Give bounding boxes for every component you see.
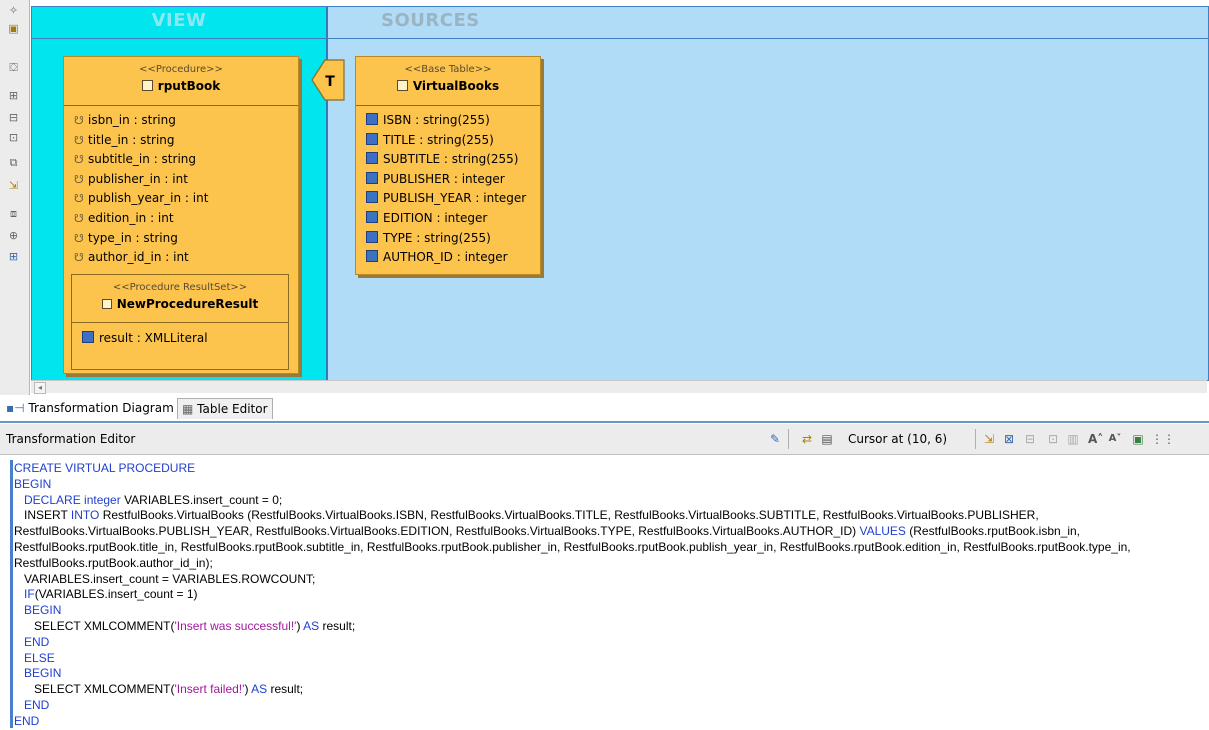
view-title: VIEW	[151, 10, 207, 31]
table-icon	[396, 80, 408, 91]
resultset-box[interactable]: <<Procedure ResultSet>> NewProcedureResu…	[71, 274, 289, 370]
table-stereotype: <<Base Table>>	[404, 64, 492, 75]
procedure-name: rputBook	[157, 79, 221, 93]
table-icon: ▦	[182, 402, 194, 416]
preferences-icon[interactable]: ▣	[1131, 432, 1145, 446]
more-options-icon[interactable]: ⋮⋮	[1151, 432, 1175, 446]
editor-tab-bar: ▪⊣ Transformation Diagram ▦ Table Editor	[0, 396, 1209, 423]
procedure-icon	[141, 80, 153, 91]
add-union-icon[interactable]: ⊞	[6, 88, 21, 103]
sources-title: SOURCES	[381, 10, 480, 31]
integer-column-icon	[366, 171, 378, 184]
add-except-icon[interactable]: ⊡	[6, 130, 21, 145]
parameter-icon: ☋	[74, 192, 84, 206]
column-row[interactable]: result : XMLLiteral	[72, 329, 288, 349]
parameter-icon: ☋	[74, 211, 84, 225]
resultset-name: NewProcedureResult	[116, 297, 259, 311]
param-row[interactable]: ☋ title_in : string	[64, 131, 298, 151]
string-column-icon	[366, 113, 378, 125]
add-sources-icon[interactable]: ⇲	[6, 178, 21, 193]
t-node-label: T	[325, 74, 335, 90]
validate-icon[interactable]: ✎	[768, 432, 782, 446]
copy-icon[interactable]: ⧈	[6, 206, 21, 221]
editor-title: Transformation Editor	[6, 432, 136, 446]
transformation-diagram: VIEW SOURCES <<Procedure>> rputBook ☋ isb…	[31, 6, 1209, 381]
integer-column-icon	[366, 210, 378, 223]
param-row[interactable]: ☋ type_in : string	[64, 229, 298, 249]
tab-table-editor[interactable]: ▦ Table Editor	[177, 398, 273, 419]
criteria-builder-icon[interactable]: ⊠	[1002, 432, 1016, 446]
column-row[interactable]: PUBLISHER : integer	[356, 170, 540, 190]
param-row[interactable]: ☋ isbn_in : string	[64, 111, 298, 131]
column-row[interactable]: TYPE : string(255)	[356, 229, 540, 249]
increase-font-icon[interactable]: A˄	[1088, 432, 1103, 446]
auto-layout-icon[interactable]: ✧	[6, 3, 21, 18]
header-divider	[32, 38, 1208, 39]
transformation-editor-header: Transformation Editor ✎ ⇄ ▤ Cursor at (1…	[0, 424, 1209, 455]
string-column-icon	[366, 152, 378, 165]
up-folder-icon[interactable]: ▣	[6, 21, 21, 36]
diagram-toolbar: ✧ ▣ ⛋ ⊞ ⊟ ⊡ ⧉ ⇲ ⧈ ⊕ ⊞	[0, 0, 30, 395]
criteria-icon[interactable]: ⧉	[6, 155, 21, 170]
parameter-icon: ☋	[74, 251, 84, 265]
param-row[interactable]: ☋ publish_year_in : int	[64, 189, 298, 209]
param-row[interactable]: ☋ edition_in : int	[64, 209, 298, 229]
grid-icon[interactable]: ⊞	[6, 249, 21, 264]
parameter-icon: ☋	[74, 153, 84, 167]
param-row[interactable]: ☋ author_id_in : int	[64, 248, 298, 268]
select-icon[interactable]: ⛋	[6, 60, 21, 75]
parameter-icon: ☋	[74, 231, 84, 245]
editor-gutter	[10, 460, 13, 728]
tab-transformation-diagram[interactable]: ▪⊣ Transformation Diagram	[2, 398, 178, 418]
column-row[interactable]: TITLE : string(255)	[356, 131, 540, 151]
string-column-icon	[366, 132, 378, 145]
reconcile-icon[interactable]: ⇄	[800, 432, 814, 446]
format-icon[interactable]: ⊡	[1046, 432, 1060, 446]
procedure-stereotype: <<Procedure>>	[139, 64, 223, 75]
diagram-icon: ▪⊣	[6, 401, 25, 415]
column-row[interactable]: SUBTITLE : string(255)	[356, 150, 540, 170]
parameter-icon: ☋	[74, 114, 84, 127]
column-row[interactable]: ISBN : string(255)	[356, 111, 540, 131]
integer-column-icon	[366, 250, 378, 263]
decrease-font-icon[interactable]: A˅	[1108, 432, 1122, 446]
table-name: VirtualBooks	[412, 79, 500, 93]
base-table-box[interactable]: <<Base Table>> VirtualBooks ISBN : strin…	[355, 56, 541, 275]
integer-column-icon	[366, 191, 378, 204]
column-row[interactable]: AUTHOR_ID : integer	[356, 248, 540, 268]
table-columns: ISBN : string(255) TITLE : string(255) S…	[356, 106, 540, 268]
resultset-stereotype: <<Procedure ResultSet>>	[112, 282, 248, 293]
expression-builder-icon[interactable]: ⊟	[1023, 432, 1037, 446]
new-icon[interactable]: ⊕	[6, 228, 21, 243]
column-row[interactable]: PUBLISH_YEAR : integer	[356, 189, 540, 209]
horizontal-scrollbar[interactable]: ◂	[31, 380, 1207, 394]
parameter-icon: ☋	[74, 172, 84, 186]
cursor-position: Cursor at (10, 6)	[848, 432, 948, 446]
procedure-box[interactable]: <<Procedure>> rputBook ☋ isbn_in : string…	[63, 56, 299, 374]
resultset-icon	[101, 299, 112, 309]
import-icon[interactable]: ⇲	[982, 432, 996, 446]
column-row[interactable]: EDITION : integer	[356, 209, 540, 229]
transformation-node-icon[interactable]: T	[311, 58, 345, 102]
param-row[interactable]: ☋ publisher_in : int	[64, 170, 298, 190]
query-builder-icon[interactable]: ▤	[820, 432, 834, 446]
procedure-params: ☋ isbn_in : string ☋ title_in : string ☋ su…	[64, 106, 298, 268]
sql-editor[interactable]: CREATE VIRTUAL PROCEDURE BEGIN DECLARE i…	[0, 455, 1209, 728]
toolbar-separator	[975, 429, 976, 449]
param-row[interactable]: ☋ subtitle_in : string	[64, 150, 298, 170]
procedure-header: <<Procedure>> rputBook	[64, 57, 298, 106]
sql-code[interactable]: CREATE VIRTUAL PROCEDURE BEGIN DECLARE i…	[14, 461, 1204, 730]
resultset-header: <<Procedure ResultSet>> NewProcedureResu…	[72, 275, 288, 323]
string-column-icon	[366, 230, 378, 243]
scroll-left-icon[interactable]: ◂	[34, 382, 46, 394]
parameter-icon: ☋	[74, 133, 84, 147]
column-icon	[82, 331, 94, 343]
table-header: <<Base Table>> VirtualBooks	[356, 57, 540, 106]
resultset-columns: result : XMLLiteral	[72, 323, 288, 349]
add-intersect-icon[interactable]: ⊟	[6, 110, 21, 125]
columns-icon[interactable]: ▥	[1066, 432, 1080, 446]
toolbar-separator	[788, 429, 789, 449]
